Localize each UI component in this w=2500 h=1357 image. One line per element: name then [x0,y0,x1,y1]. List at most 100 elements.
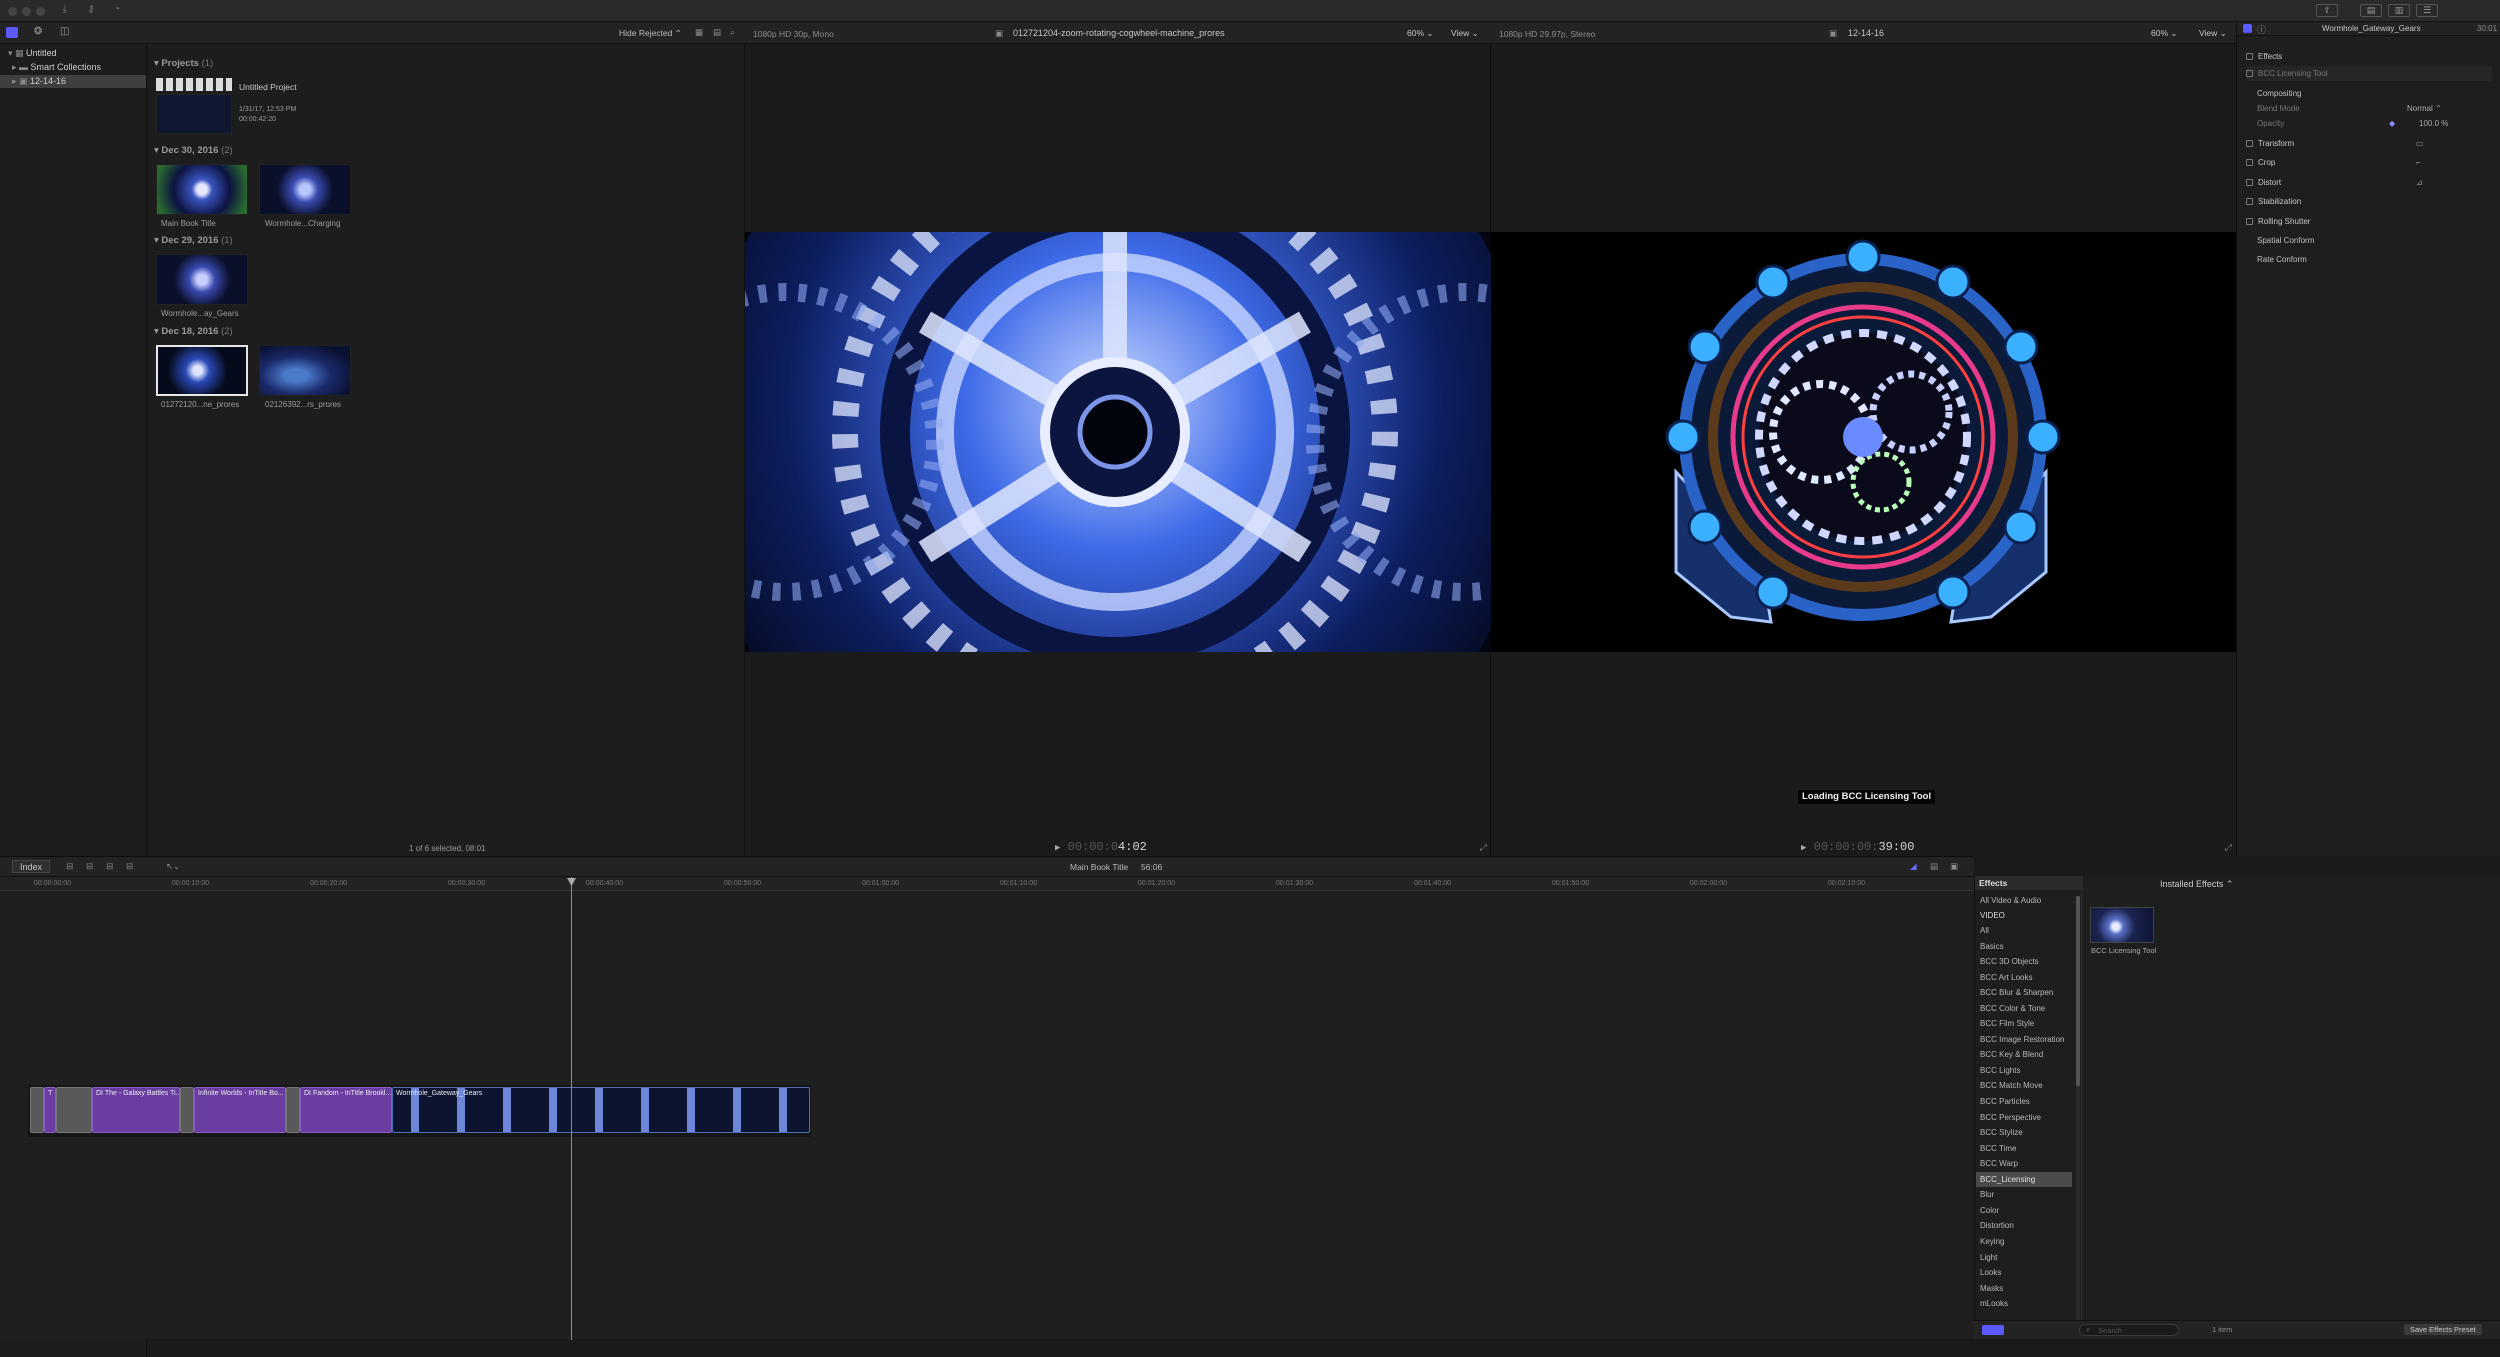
effects-category[interactable]: Color [1976,1203,2072,1218]
fullscreen-icon[interactable]: ⤢ [2225,842,2232,853]
keyframe-icon[interactable]: ◆ [2389,116,2395,131]
browser-toggle-icon[interactable]: ▤ [2360,4,2382,17]
crop-section[interactable]: Crop ⌐ [2246,155,2491,170]
effects-category[interactable]: BCC Color & Tone [1976,1001,2072,1016]
group-dec-18[interactable]: ▾ Dec 18, 2016 (2) [154,326,233,337]
effects-category[interactable]: BCC Match Move [1976,1078,2072,1093]
effects-category[interactable]: BCC Stylize [1976,1125,2072,1140]
background-tasks-icon[interactable]: ◔ [110,4,124,16]
project-thumbnail[interactable] [156,94,232,134]
rate-conform-section[interactable]: Rate Conform [2257,252,2500,267]
blend-mode-select[interactable]: Normal ⌃ [2407,101,2442,116]
effects-category[interactable]: BCC Image Restoration [1976,1032,2072,1047]
effects-category[interactable]: BCC Blur & Sharpen [1976,985,2072,1000]
effects-category[interactable]: BCC Film Style [1976,1016,2072,1031]
effects-section[interactable]: Effects [2246,49,2491,64]
clip-thumbnail[interactable] [259,164,351,215]
category-scrollbar[interactable] [2076,896,2080,1326]
append-clip-icon[interactable]: ⊟ [106,861,113,872]
effects-category[interactable]: Light [1976,1250,2072,1265]
effects-category[interactable]: mLooks [1976,1296,2072,1311]
show-effects-icon[interactable] [1982,1325,2004,1335]
info-inspector-icon[interactable]: ⓘ [2257,23,2266,36]
view-dropdown[interactable]: View ⌄ [2199,28,2227,39]
select-tool-icon[interactable]: ↖⌄ [166,861,180,872]
fullscreen-icon[interactable]: ⤢ [1480,842,1487,853]
minimize-window-button[interactable] [22,7,31,16]
effects-category[interactable]: All Video & Audio [1976,893,2072,908]
video-inspector-icon[interactable] [2243,24,2252,33]
installed-effects-dropdown[interactable]: Installed Effects ⌃ [2160,879,2233,890]
effects-category[interactable]: Masks [1976,1281,2072,1296]
group-dec-29[interactable]: ▾ Dec 29, 2016 (1) [154,235,233,246]
zoom-dropdown[interactable]: 60% ⌄ [1407,28,1434,39]
effects-category[interactable]: BCC Time [1976,1141,2072,1156]
photos-icon[interactable]: ❂ [34,26,42,37]
timeline-clip[interactable]: Infinite Worlds - InTitle Bo... [194,1087,286,1133]
timeline-clip[interactable]: DI Fandom - InTitle Brookl... [300,1087,392,1133]
view-dropdown[interactable]: View ⌄ [1451,28,1479,39]
close-window-button[interactable] [8,7,17,16]
transform-icon[interactable]: ▭ [2416,136,2424,151]
distort-section[interactable]: Distort ⊿ [2246,175,2491,190]
import-icon[interactable]: ⤓ [58,4,72,16]
timeline-clip[interactable] [30,1087,44,1133]
play-icon[interactable]: ▶ [1055,843,1060,853]
effects-category[interactable]: BCC Art Looks [1976,970,2072,985]
clip-thumbnail[interactable] [259,345,351,396]
effects-category[interactable]: Basics [1976,939,2072,954]
crop-icon[interactable]: ⌐ [2416,155,2421,170]
effects-category[interactable]: BCC Warp [1976,1156,2072,1171]
clip-thumbnail[interactable] [156,254,248,305]
timeline-toggle-icon[interactable]: ▥ [2388,4,2410,17]
effects-category[interactable]: BCC Particles [1976,1094,2072,1109]
viewer-frame[interactable] [745,232,1491,652]
sidebar-item-smart-collections[interactable]: ▸ ▬ Smart Collections [0,61,146,74]
play-icon[interactable]: ▶ [1801,843,1806,853]
share-icon[interactable]: ⇪ [2316,4,2338,17]
opacity-value[interactable]: 100.0 % [2419,116,2448,131]
timeline-clip[interactable] [56,1087,92,1133]
save-effects-preset-button[interactable]: Save Effects Preset [2404,1324,2482,1335]
filter-dropdown[interactable]: Hide Rejected ⌃ [619,28,682,39]
effects-category[interactable]: All [1976,923,2072,938]
distort-icon[interactable]: ⊿ [2416,175,2423,190]
effects-category[interactable]: Looks [1976,1265,2072,1280]
insert-clip-icon[interactable]: ⊟ [86,861,93,872]
audio-skimming-icon[interactable]: ◢ [1910,861,1917,872]
bcc-licensing-effect[interactable]: BCC Licensing Tool [2246,66,2492,81]
group-dec-30[interactable]: ▾ Dec 30, 2016 (2) [154,145,233,156]
transform-section[interactable]: Transform ▭ [2246,136,2491,151]
rolling-shutter-section[interactable]: Rolling Shutter [2246,214,2491,229]
effects-category[interactable]: BCC 3D Objects [1976,954,2072,969]
clip-appearance-icon[interactable]: ▦ [695,27,703,38]
timeline-clip[interactable]: T [44,1087,56,1133]
clip-appearance-icon[interactable]: ▤ [1930,861,1938,872]
clip-thumbnail[interactable] [156,164,248,215]
effects-search-field[interactable]: ⌕ Search [2079,1324,2179,1336]
playhead[interactable] [571,877,572,1340]
filmstrip-icon[interactable]: ▤ [713,27,721,38]
clip-thumbnail-selected[interactable] [156,345,248,396]
effects-category[interactable]: VIDEO [1976,908,2072,923]
effects-category[interactable]: Blur [1976,1187,2072,1202]
connect-clip-icon[interactable]: ⊟ [66,861,73,872]
timeline-clip[interactable] [180,1087,194,1133]
sidebar-item-event[interactable]: ▸ ▣ 12-14-16 [0,75,146,88]
effects-category[interactable]: Distortion [1976,1218,2072,1233]
libraries-icon[interactable] [6,27,18,38]
timeline-clip[interactable]: Wormhole_Gateway_Gears [392,1087,810,1133]
timeline-ruler[interactable]: 00:00:00:00 00:00:10:00 00:00:20:00 00:0… [0,877,1974,891]
timeline-clip[interactable] [286,1087,300,1133]
inspector-toggle-icon[interactable]: ☰ [2416,4,2438,17]
zoom-window-button[interactable] [36,7,45,16]
search-icon[interactable]: ⌕ [730,27,735,38]
keyword-icon[interactable]: ⚷ [84,4,98,16]
group-projects[interactable]: ▾ Projects (1) [154,58,213,69]
effects-browser-icon[interactable]: ▣ [1950,861,1958,872]
spatial-conform-section[interactable]: Spatial Conform [2257,233,2500,248]
effects-category[interactable]: BCC Perspective [1976,1110,2072,1125]
viewer-frame[interactable] [1491,232,2236,652]
titles-icon[interactable]: ◫ [60,26,69,37]
effects-category[interactable]: BCC Lights [1976,1063,2072,1078]
